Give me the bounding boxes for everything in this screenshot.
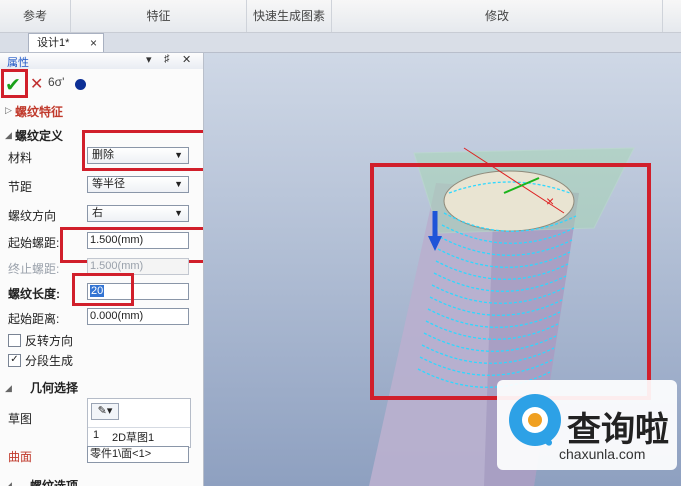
- document-tab[interactable]: 设计1* ×: [28, 33, 104, 52]
- ribbon-group-reference[interactable]: 参考: [0, 0, 71, 32]
- watermark-url: chaxunla.com: [559, 446, 646, 462]
- sketch-list[interactable]: ✎▾ 1 2D草图1: [87, 398, 191, 448]
- cancel-icon[interactable]: ✕: [30, 74, 43, 94]
- reverse-direction-checkbox[interactable]: [8, 334, 21, 347]
- chevron-down-icon: ▼: [174, 179, 183, 189]
- sketch-label: 草图: [8, 412, 33, 426]
- highlight-material-box: [82, 130, 203, 171]
- divider: [88, 427, 190, 428]
- pitch-label: 节距: [8, 180, 33, 194]
- axis-marker-icon: ×: [546, 193, 554, 209]
- pin-icon[interactable]: ♯: [164, 53, 170, 65]
- document-tab-strip: 设计1* ×: [0, 33, 681, 53]
- expand-caret-icon[interactable]: ◢: [5, 383, 12, 394]
- direction-select[interactable]: 右 ▼: [87, 205, 189, 222]
- direction-value: 右: [92, 207, 103, 219]
- segmented-label: 分段生成: [25, 354, 74, 368]
- material-label: 材料: [8, 151, 33, 165]
- panel-menu-icon[interactable]: ▾: [146, 53, 152, 66]
- surface-value[interactable]: 零件1\面<1>: [87, 446, 189, 463]
- direction-label: 螺纹方向: [8, 209, 57, 223]
- sketch-row-index: 1: [93, 429, 100, 441]
- highlight-thread-length-box: [72, 273, 134, 306]
- panel-title: 属性: [7, 57, 29, 69]
- pitch-value: 等半径: [92, 178, 125, 190]
- start-distance-input[interactable]: 0.000(mm): [87, 308, 189, 325]
- pitch-select[interactable]: 等半径 ▼: [87, 176, 189, 193]
- sketch-row-value[interactable]: 2D草图1: [112, 429, 154, 445]
- properties-panel: 属性 ▾ ♯ ✕ ✔ ✕ 6σ' ▷ 螺纹特征 ◢ 螺纹定义 材料 删除 ▼ 节…: [0, 53, 204, 486]
- panel-header: 属性 ▾ ♯ ✕: [0, 53, 203, 69]
- surface-label: 曲面: [8, 450, 33, 464]
- sketch-picker-icon[interactable]: ✎▾: [91, 403, 119, 420]
- thread-length-label: 螺纹长度:: [8, 287, 60, 301]
- segmented-checkbox[interactable]: ✓: [8, 354, 21, 367]
- ribbon-group-feature[interactable]: 特征: [71, 0, 247, 32]
- watermark-logo: 查询啦 chaxunla.com: [497, 380, 677, 470]
- reverse-direction-label: 反转方向: [25, 334, 74, 348]
- ribbon-group-modify[interactable]: 修改: [332, 0, 663, 32]
- highlight-ok-box: [1, 69, 28, 98]
- end-pitch-label: 终止螺距:: [8, 262, 60, 276]
- panel-close-icon[interactable]: ✕: [182, 53, 191, 66]
- ribbon-group-bar: 参考 特征 快速生成图素 修改: [0, 0, 681, 33]
- expand-caret-icon[interactable]: ◢: [5, 480, 12, 486]
- section-thread-feature[interactable]: 螺纹特征: [15, 103, 63, 120]
- close-tab-icon[interactable]: ×: [90, 34, 97, 52]
- preview-icon[interactable]: 6σ': [48, 75, 64, 89]
- help-dot-icon[interactable]: [75, 79, 86, 90]
- document-tab-title: 设计1*: [37, 37, 70, 49]
- section-thread-definition[interactable]: 螺纹定义: [15, 127, 63, 144]
- chevron-down-icon: ▼: [174, 208, 183, 218]
- start-pitch-label: 起始螺距:: [8, 236, 60, 250]
- section-geometry-select[interactable]: 几何选择: [30, 379, 78, 396]
- collapse-caret-icon[interactable]: ▷: [5, 105, 12, 116]
- expand-caret-icon[interactable]: ◢: [5, 130, 12, 141]
- ribbon-group-quick-generate[interactable]: 快速生成图素: [247, 0, 332, 32]
- start-distance-label: 起始距离:: [8, 312, 60, 326]
- watermark-text: 查询啦: [567, 410, 669, 450]
- section-thread-options[interactable]: 螺纹选项: [30, 477, 78, 486]
- panel-toolbar: ✔ ✕ 6σ': [0, 71, 203, 96]
